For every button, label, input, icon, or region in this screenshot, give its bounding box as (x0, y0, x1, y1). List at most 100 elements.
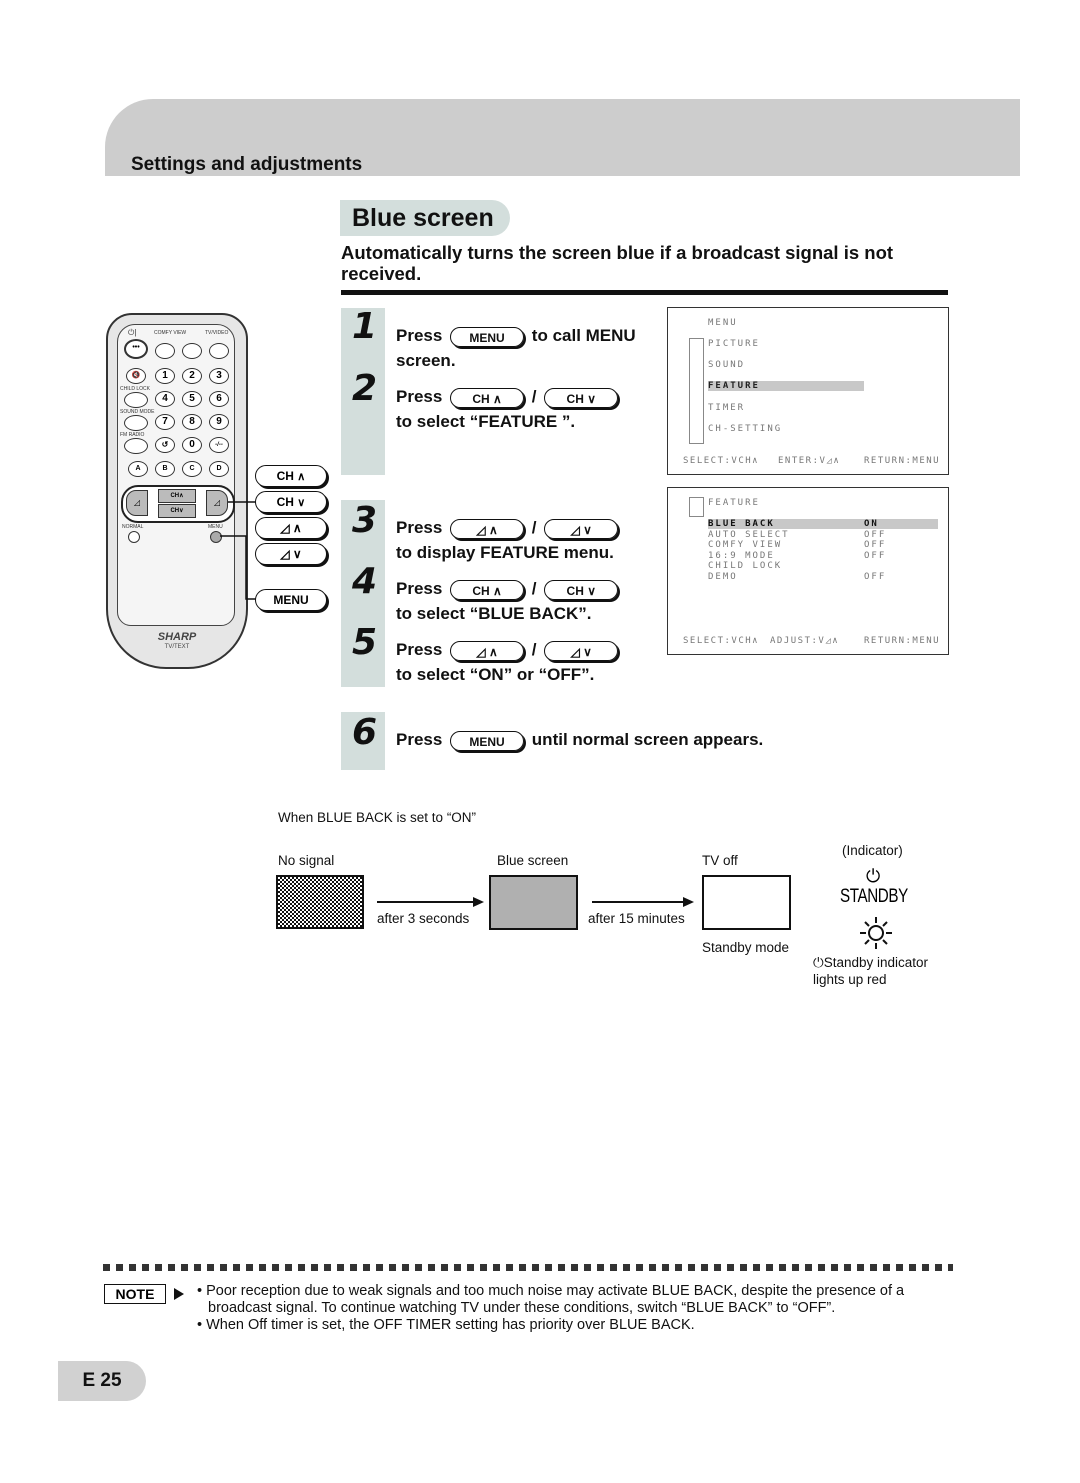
arrow-icon (592, 897, 694, 907)
callout-volume-down-button: ◿ ∨ (255, 543, 327, 565)
feature-item-value: OFF (864, 540, 887, 550)
note-item-2: • When Off timer is set, the OFF TIMER s… (197, 1317, 695, 1333)
menu-icon-column (689, 338, 704, 444)
no-signal-screen (276, 875, 364, 929)
ch-up-key: CH ∧ (450, 579, 525, 600)
state-blue-screen-label: Blue screen (497, 853, 569, 868)
callout-ch-up-button: CH ∧ (255, 465, 327, 487)
step-1-line2: screen. (396, 351, 456, 370)
press-label: Press (396, 326, 443, 345)
menu-footer-enter: ENTER:V◿∧ (778, 456, 841, 466)
tv-off-screen (702, 875, 791, 930)
step-number-1: 1 (352, 306, 378, 347)
standby-mode-label: Standby mode (702, 940, 790, 955)
state-no-signal-label: No signal (278, 853, 335, 868)
separator: / (531, 579, 537, 598)
power-icon: ⏻ (813, 955, 824, 970)
step-6-text: Press MENU until normal screen appears. (396, 727, 763, 752)
step-2-text: Press CH ∧ / CH ∨ (396, 384, 621, 409)
blue-screen-box (489, 875, 578, 930)
step-5-line2: to select “ON” or “OFF”. (396, 665, 595, 684)
state-tv-off-label: TV off (702, 853, 738, 868)
indicator-note-text: Standby indicator (823, 955, 929, 970)
step-1-post: to call MENU (531, 326, 636, 345)
press-label: Press (396, 518, 443, 537)
page-subtitle: Automatically turns the screen blue if a… (341, 242, 894, 284)
diagram-caption: When BLUE BACK is set to “ON” (278, 810, 477, 825)
feature-item-label: BLUE BACK (708, 519, 775, 529)
note-arrow-icon (174, 1288, 184, 1300)
ch-up-key: CH ∧ (450, 387, 525, 408)
feature-item-value: OFF (864, 529, 887, 540)
feature-item-label: COMFY VIEW (708, 540, 783, 550)
title-rule (341, 290, 948, 295)
callout-ch-down-button: CH ∨ (255, 491, 327, 513)
feature-item-label: CHILD LOCK (708, 561, 783, 571)
step-number-5: 5 (352, 622, 378, 663)
callout-menu-button: MENU (255, 589, 327, 611)
feature-footer-adjust: ADJUST:V◿∧ (770, 636, 840, 646)
menu-key: MENU (450, 730, 525, 751)
standby-text: STANDBY (840, 886, 908, 907)
note-item-1: • Poor reception due to weak signals and… (197, 1283, 905, 1316)
arrow-icon (377, 897, 484, 907)
manual-page: Settings and adjustments Blue screen Aut… (0, 0, 1080, 1483)
dotted-divider (103, 1264, 953, 1271)
step-number-3: 3 (352, 500, 378, 541)
volume-up-key: ◿ ∧ (450, 518, 525, 539)
press-label: Press (396, 579, 443, 598)
step-number-2: 2 (352, 368, 378, 409)
step-number-4: 4 (352, 561, 378, 602)
feature-item-value: OFF (864, 550, 887, 561)
menu-item-picture: PICTURE (708, 339, 760, 349)
step-3-line2: to display FEATURE menu. (396, 543, 614, 562)
feature-item-value: ON (864, 519, 879, 529)
ch-down-key: CH ∨ (544, 579, 619, 600)
step-6-post: until normal screen appears. (531, 730, 764, 749)
menu-screen: MENU PICTURE SOUND FEATURE TIMER CH-SETT… (667, 307, 949, 475)
step-4-line2: to select “BLUE BACK”. (396, 604, 592, 623)
step-3-text: Press ◿ ∧ / ◿ ∨ (396, 515, 621, 540)
page-title: Blue screen (340, 200, 510, 236)
feature-item-label: 16:9 MODE (708, 550, 775, 561)
feature-screen-title: FEATURE (708, 498, 760, 508)
feature-item-value: OFF (864, 571, 887, 582)
menu-item-timer: TIMER (708, 403, 746, 413)
step-number-6: 6 (352, 712, 378, 753)
menu-item-ch-setting: CH-SETTING (708, 424, 783, 434)
menu-key: MENU (450, 326, 525, 347)
separator: / (531, 387, 537, 406)
indicator-note-line-1: ⏻Standby indicator (813, 955, 928, 971)
feature-item-label: AUTO SELECT (708, 529, 790, 540)
separator: / (531, 640, 537, 659)
volume-up-key: ◿ ∧ (450, 640, 525, 661)
menu-screen-title: MENU (708, 318, 738, 328)
indicator-note-line-2: lights up red (813, 972, 887, 987)
transition-15-minutes: after 15 minutes (588, 911, 685, 926)
feature-footer-select: SELECT:VCH∧ (683, 636, 760, 646)
step-5-text: Press ◿ ∧ / ◿ ∨ (396, 637, 621, 662)
press-label: Press (396, 387, 443, 406)
note-text: • Poor reception due to weak signals and… (197, 1283, 957, 1334)
menu-item-feature: FEATURE (708, 381, 864, 391)
press-label: Press (396, 640, 443, 659)
step-4-text: Press CH ∧ / CH ∨ (396, 576, 621, 601)
volume-down-key: ◿ ∨ (544, 518, 619, 539)
transition-3-seconds: after 3 seconds (377, 911, 470, 926)
feature-screen: FEATURE BLUE BACK ON AUTO SELECT OFF COMFY V… (667, 487, 949, 655)
feature-icon (689, 497, 704, 517)
press-label: Press (396, 730, 443, 749)
indicator-light-icon (860, 917, 892, 949)
ch-down-key: CH ∨ (544, 387, 619, 408)
separator: / (531, 518, 537, 537)
callout-volume-up-button: ◿ ∧ (255, 517, 327, 539)
menu-item-sound: SOUND (708, 360, 746, 370)
step-2-line2: to select “FEATURE ”. (396, 412, 576, 431)
step-1-text: Press MENU to call MENU (396, 323, 636, 348)
power-icon: ⏻ (866, 866, 881, 886)
page-number: E 25 (58, 1361, 146, 1401)
feature-item-label: DEMO (708, 571, 738, 582)
indicator-label: (Indicator) (842, 843, 903, 858)
volume-down-key: ◿ ∨ (544, 640, 619, 661)
menu-footer-return: RETURN:MENU (864, 456, 941, 466)
